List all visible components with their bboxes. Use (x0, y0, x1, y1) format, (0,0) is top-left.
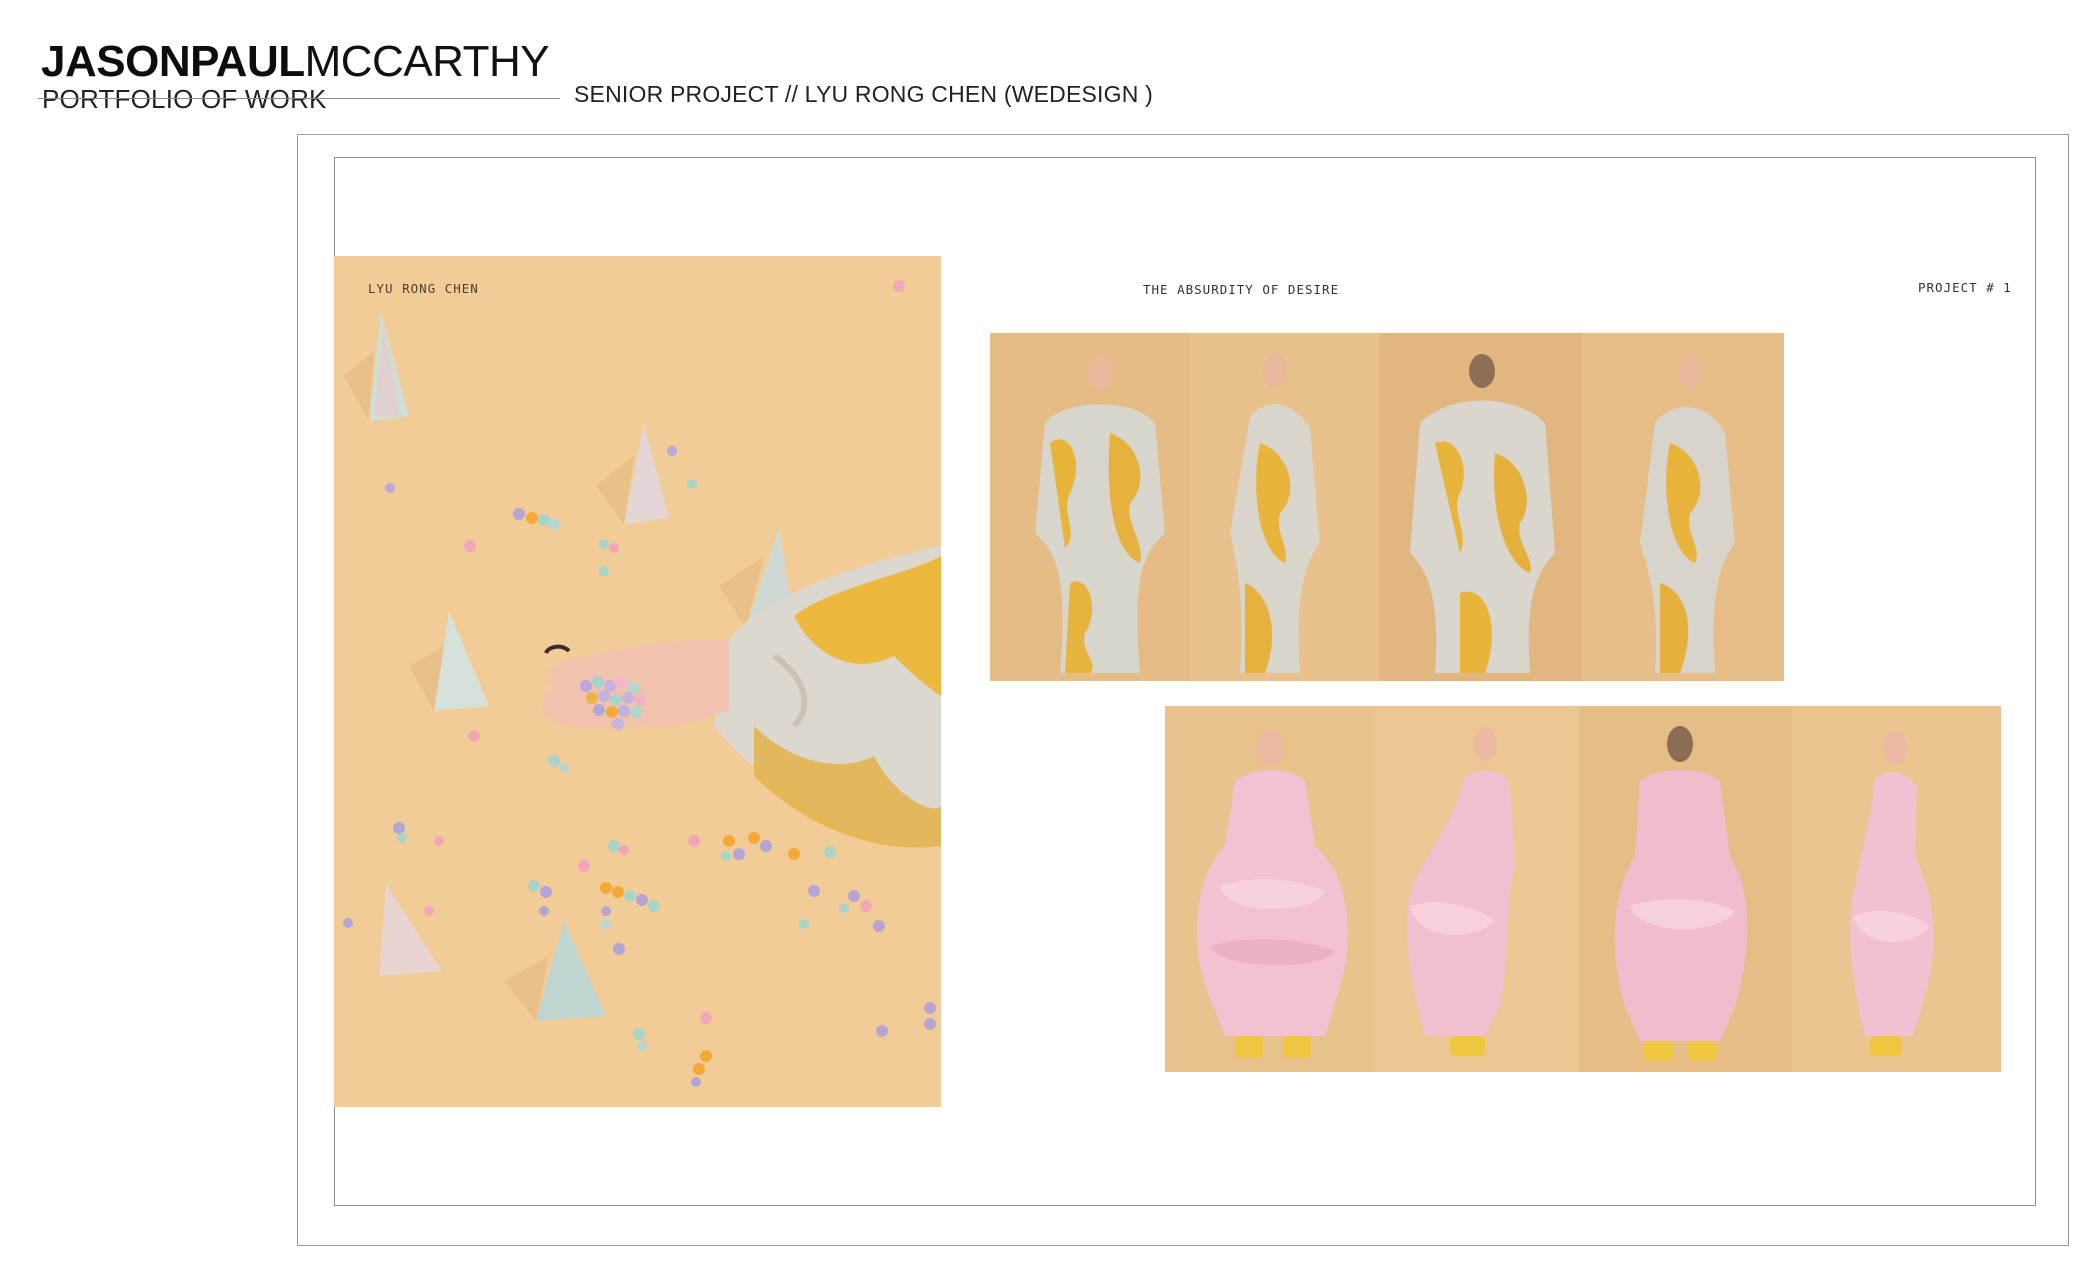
collection-title: THE ABSURDITY OF DESIRE (1143, 282, 1340, 297)
gold-look-photo-strip (990, 333, 1784, 681)
brand-name-bold: JASONPAUL (41, 37, 305, 86)
hero-photo-hand-with-candy (334, 256, 941, 1107)
header-divider (38, 98, 560, 99)
designer-label: LYU RONG CHEN (368, 281, 479, 296)
portfolio-subtitle: PORTFOLIO OF WORK (42, 84, 327, 114)
brand-name-light: MCCARTHY (304, 37, 550, 86)
brand-wordmark: JASONPAULMCCARTHY (41, 37, 550, 86)
project-heading: SENIOR PROJECT // LYU RONG CHEN (WEDESIG… (574, 81, 1153, 107)
project-number: PROJECT # 1 (1918, 280, 2012, 295)
pink-look-photo-strip (1165, 706, 2001, 1072)
portfolio-page: JASONPAULMCCARTHY PORTFOLIO OF WORK SENI… (0, 0, 2100, 1275)
